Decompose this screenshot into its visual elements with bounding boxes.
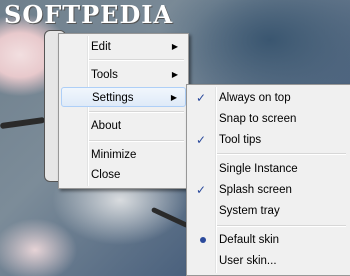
menu-item-user-skin[interactable]: User skin... xyxy=(189,251,348,271)
radio-bullet-icon xyxy=(200,237,206,243)
submenu-arrow-icon: ▶ xyxy=(171,42,178,51)
menu-item-tool-tips[interactable]: ✓ Tool tips xyxy=(189,130,348,150)
menu-item-label: User skin... xyxy=(219,255,277,267)
menu-item-settings[interactable]: Settings ▶ xyxy=(61,87,186,107)
menu-item-label: Edit xyxy=(91,41,111,53)
menu-separator xyxy=(89,111,184,113)
menu-item-always-on-top[interactable]: ✓ Always on top xyxy=(189,88,348,108)
checkmark-icon: ✓ xyxy=(196,183,207,197)
menu-separator xyxy=(89,59,184,61)
settings-submenu: ✓ Always on top Snap to screen ✓ Tool ti… xyxy=(186,84,350,276)
menu-item-close[interactable]: Close xyxy=(61,165,186,185)
menu-separator xyxy=(217,225,346,227)
menu-item-snap-to-screen[interactable]: Snap to screen xyxy=(189,109,348,129)
menu-separator xyxy=(89,140,184,142)
menu-item-label: Splash screen xyxy=(219,184,292,196)
menu-item-label: Tool tips xyxy=(219,134,262,146)
menu-item-label: About xyxy=(91,120,122,132)
menu-item-label: Always on top xyxy=(219,92,291,104)
menu-item-default-skin[interactable]: Default skin xyxy=(189,230,348,250)
menu-item-minimize[interactable]: Minimize xyxy=(61,145,186,165)
menu-item-label: System tray xyxy=(219,205,280,217)
checkmark-icon: ✓ xyxy=(196,133,207,147)
context-menu: Edit ▶ Tools ▶ Settings ▶ About Minimize… xyxy=(58,33,189,189)
menu-item-label: Settings xyxy=(92,92,134,104)
menu-item-about[interactable]: About xyxy=(61,116,186,136)
menu-item-system-tray[interactable]: System tray xyxy=(189,201,348,221)
menu-separator xyxy=(217,153,346,155)
menu-item-edit[interactable]: Edit ▶ xyxy=(61,37,186,57)
menu-item-label: Tools xyxy=(91,69,118,81)
menu-item-splash-screen[interactable]: ✓ Splash screen xyxy=(189,180,348,200)
menu-item-label: Default skin xyxy=(219,234,280,246)
watermark-logo: SOFTPEDIA xyxy=(4,0,174,29)
checkmark-icon: ✓ xyxy=(196,91,207,105)
menu-item-label: Snap to screen xyxy=(219,113,297,125)
submenu-arrow-icon: ▶ xyxy=(171,70,178,79)
menu-item-label: Minimize xyxy=(91,149,137,161)
menu-item-label: Close xyxy=(91,169,121,181)
menu-item-tools[interactable]: Tools ▶ xyxy=(61,65,186,85)
submenu-arrow-icon: ▶ xyxy=(170,93,177,102)
menu-item-single-instance[interactable]: Single Instance xyxy=(189,159,348,179)
menu-item-label: Single Instance xyxy=(219,163,298,175)
